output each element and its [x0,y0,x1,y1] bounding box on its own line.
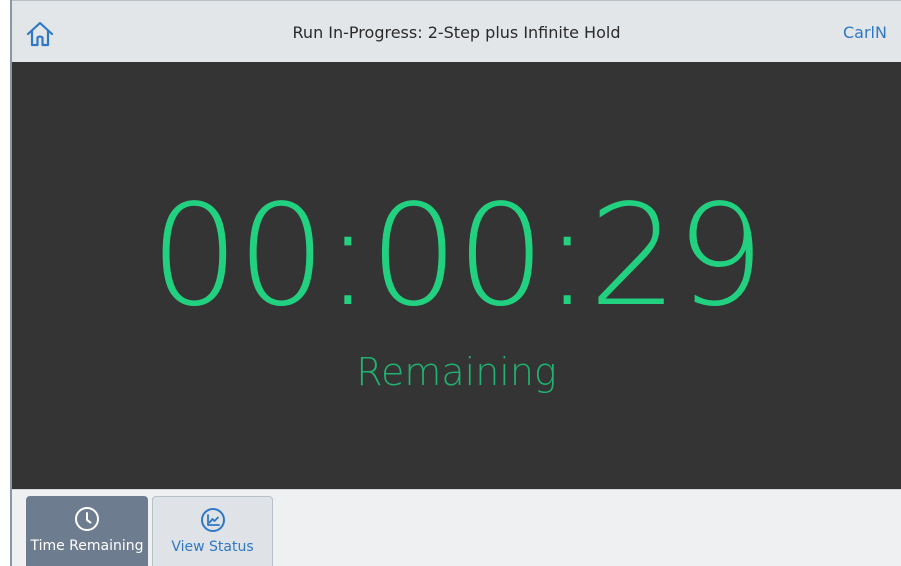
clock-icon [74,506,100,532]
tab-time-remaining-label: Time Remaining [30,538,144,554]
bottom-tab-bar: Time Remaining View Status [12,489,901,566]
time-remaining-display: 00:00:29 [150,175,765,338]
tab-view-status-label: View Status [171,539,254,555]
timer-panel: 00:00:29 Remaining [12,62,901,489]
top-bar: Run In-Progress: 2-Step plus Infinite Ho… [12,0,901,62]
remaining-label: Remaining [356,350,557,394]
user-name-link[interactable]: CarlN [843,23,901,42]
chart-icon [200,507,226,533]
tab-view-status[interactable]: View Status [152,496,273,566]
tab-time-remaining[interactable]: Time Remaining [26,496,148,566]
page-title: Run In-Progress: 2-Step plus Infinite Ho… [292,23,621,42]
app-window: Run In-Progress: 2-Step plus Infinite Ho… [10,0,901,566]
